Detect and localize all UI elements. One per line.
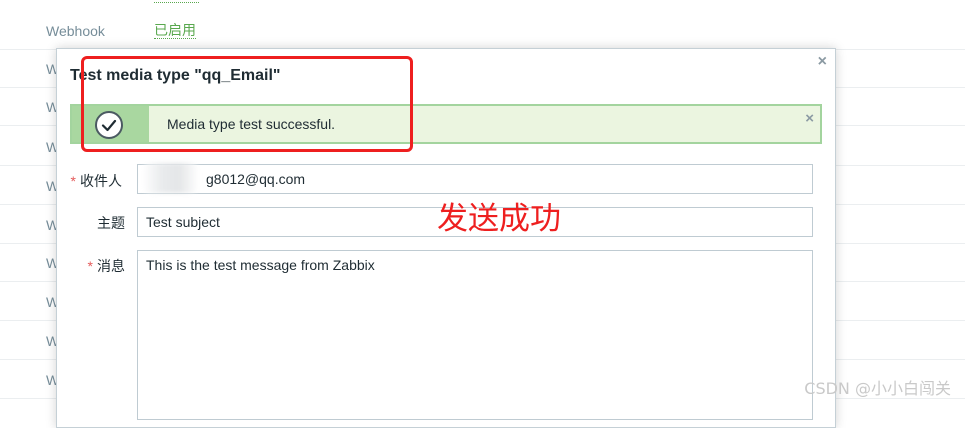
status-link-underline [154,0,199,3]
message-label: * 消息 [65,256,125,276]
recipient-input[interactable]: g8012@qq.com [137,164,813,194]
recipient-value: g8012@qq.com [206,171,306,187]
status-enabled-link[interactable]: 已启用 [154,22,196,39]
message-close-icon[interactable]: × [805,111,814,126]
subject-label-text: 主题 [97,215,125,231]
highlight-box [81,56,413,152]
subject-value: Test subject [146,214,220,230]
required-mark: * [87,258,93,274]
message-label-text: 消息 [97,258,125,274]
required-mark: * [70,173,76,189]
recipient-label-text: 收件人 [80,173,122,189]
subject-label: 主题 [65,213,125,233]
watermark: CSDN @小小白闯关 [804,379,951,398]
recipient-label: * 收件人 [62,171,122,191]
message-value: This is the test message from Zabbix [146,257,375,273]
annotation-label: 发送成功 [437,201,561,237]
message-textarea[interactable]: This is the test message from Zabbix [137,250,813,420]
table-row: Webhook 已启用 [0,12,965,50]
dialog-close-icon[interactable]: × [818,54,827,70]
media-type-cell: Webhook [46,22,105,39]
redaction-blur [142,163,199,193]
